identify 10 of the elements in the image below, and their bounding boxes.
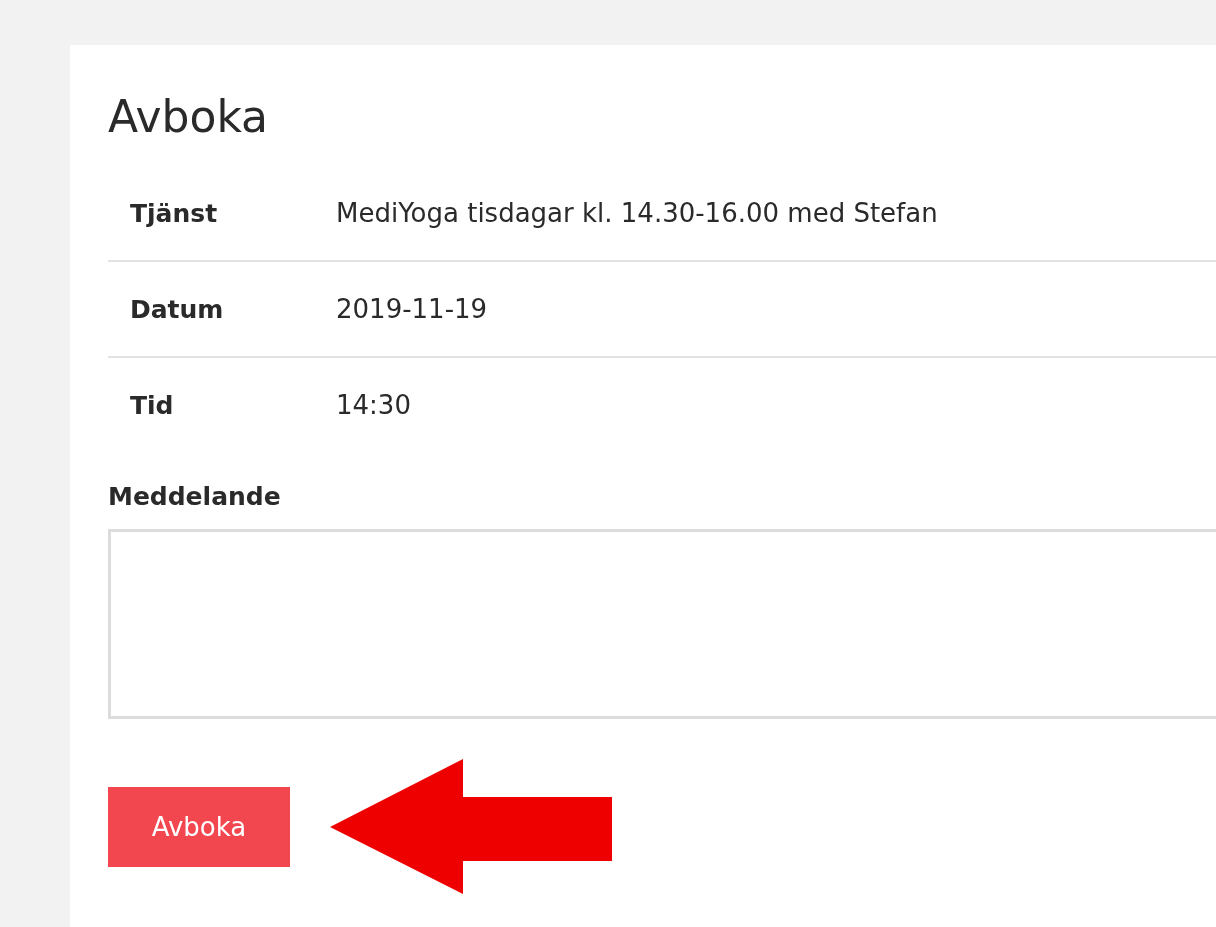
detail-label: Datum bbox=[129, 294, 225, 324]
detail-label: Tid bbox=[129, 390, 175, 420]
cancel-booking-button[interactable]: Avboka bbox=[108, 786, 290, 867]
field-label: Meddelande bbox=[108, 482, 282, 511]
detail-label: Tjänst bbox=[129, 198, 219, 228]
detail-value: MediYoga tisdagar kl. 14.30-16.00 med Stefan bbox=[336, 198, 938, 228]
message-field[interactable] bbox=[108, 529, 1216, 719]
page-title: Avboka bbox=[108, 90, 270, 144]
detail-value: 2019-11-19 bbox=[336, 294, 488, 324]
detail-value: 14:30 bbox=[336, 390, 411, 420]
